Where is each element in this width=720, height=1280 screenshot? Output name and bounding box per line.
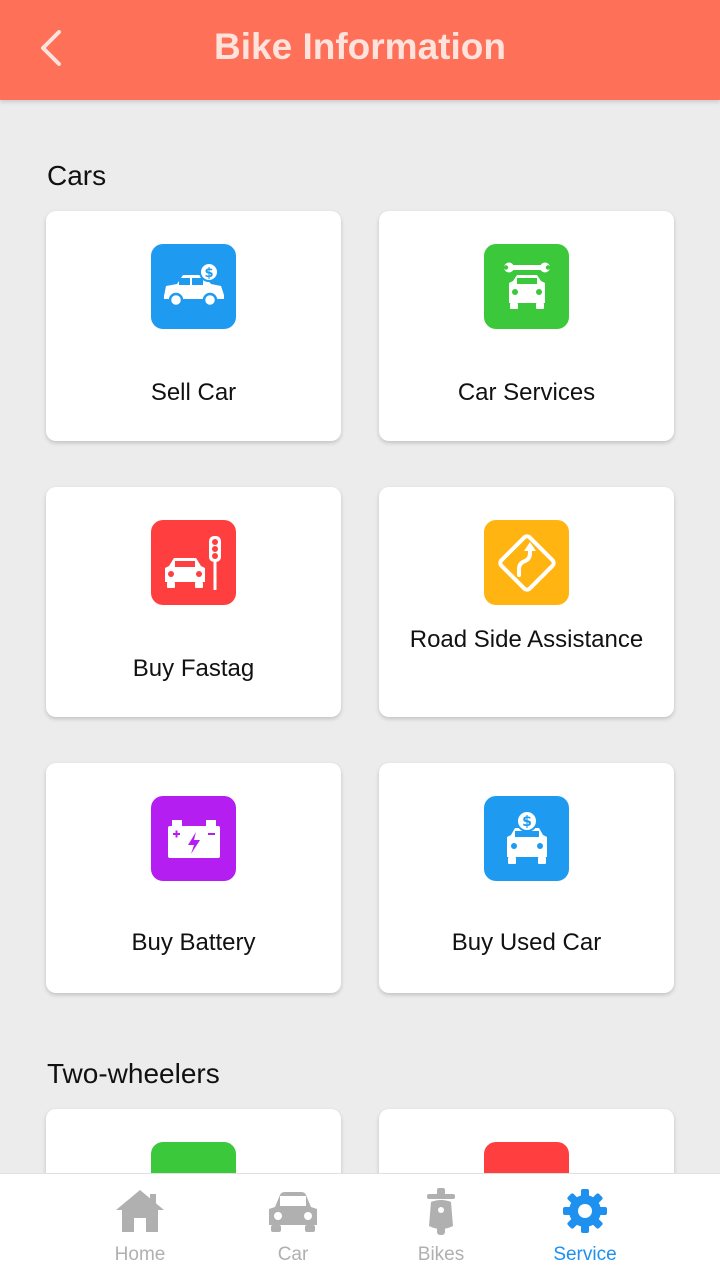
section-title-two-wheelers: Two-wheelers <box>47 1058 220 1089</box>
buy-fastag-card[interactable]: Buy Fastag <box>46 487 341 717</box>
card-label: Buy Fastag <box>132 655 255 682</box>
home-icon <box>112 1186 168 1236</box>
nav-label: Home <box>114 1244 166 1265</box>
nav-bikes[interactable]: Bikes <box>366 1174 516 1280</box>
bottom-navigation: Home Car Bikes Service <box>0 1173 720 1280</box>
nav-label: Service <box>553 1244 617 1265</box>
gear-icon <box>557 1186 613 1236</box>
nav-service[interactable]: Service <box>510 1174 660 1280</box>
two-wheeler-card[interactable] <box>46 1109 341 1173</box>
car-traffic-light-icon <box>151 520 236 605</box>
content-area[interactable]: Cars $ Sell Car Car Services Buy Fastag … <box>0 100 720 1173</box>
card-label: Car Services <box>457 379 596 406</box>
svg-text:$: $ <box>522 814 532 830</box>
card-label: Buy Used Car <box>451 929 602 956</box>
scooter-icon <box>413 1186 469 1236</box>
two-wheeler-icon <box>151 1142 236 1173</box>
sell-car-card[interactable]: $ Sell Car <box>46 211 341 441</box>
card-label: Buy Battery <box>131 929 256 956</box>
card-label: Sell Car <box>150 379 237 406</box>
nav-home[interactable]: Home <box>65 1174 215 1280</box>
nav-car[interactable]: Car <box>218 1174 368 1280</box>
svg-text:$: $ <box>204 266 213 281</box>
road-side-assistance-card[interactable]: Road Side Assistance <box>379 487 674 717</box>
buy-used-car-card[interactable]: $ Buy Used Car <box>379 763 674 993</box>
car-icon <box>265 1186 321 1236</box>
two-wheeler-icon <box>484 1142 569 1173</box>
nav-label: Car <box>277 1244 309 1265</box>
app-header: Bike Information <box>0 0 720 100</box>
section-title-cars: Cars <box>47 160 107 191</box>
road-sign-icon <box>484 520 569 605</box>
sell-car-icon: $ <box>151 244 236 329</box>
car-service-icon <box>484 244 569 329</box>
buy-battery-card[interactable]: Buy Battery <box>46 763 341 993</box>
page-title: Bike Information <box>214 26 506 67</box>
car-services-card[interactable]: Car Services <box>379 211 674 441</box>
battery-icon <box>151 796 236 881</box>
two-wheeler-card[interactable] <box>379 1109 674 1173</box>
card-label: Road Side Assistance <box>409 626 644 653</box>
nav-label: Bikes <box>417 1244 465 1265</box>
used-car-icon: $ <box>484 796 569 881</box>
